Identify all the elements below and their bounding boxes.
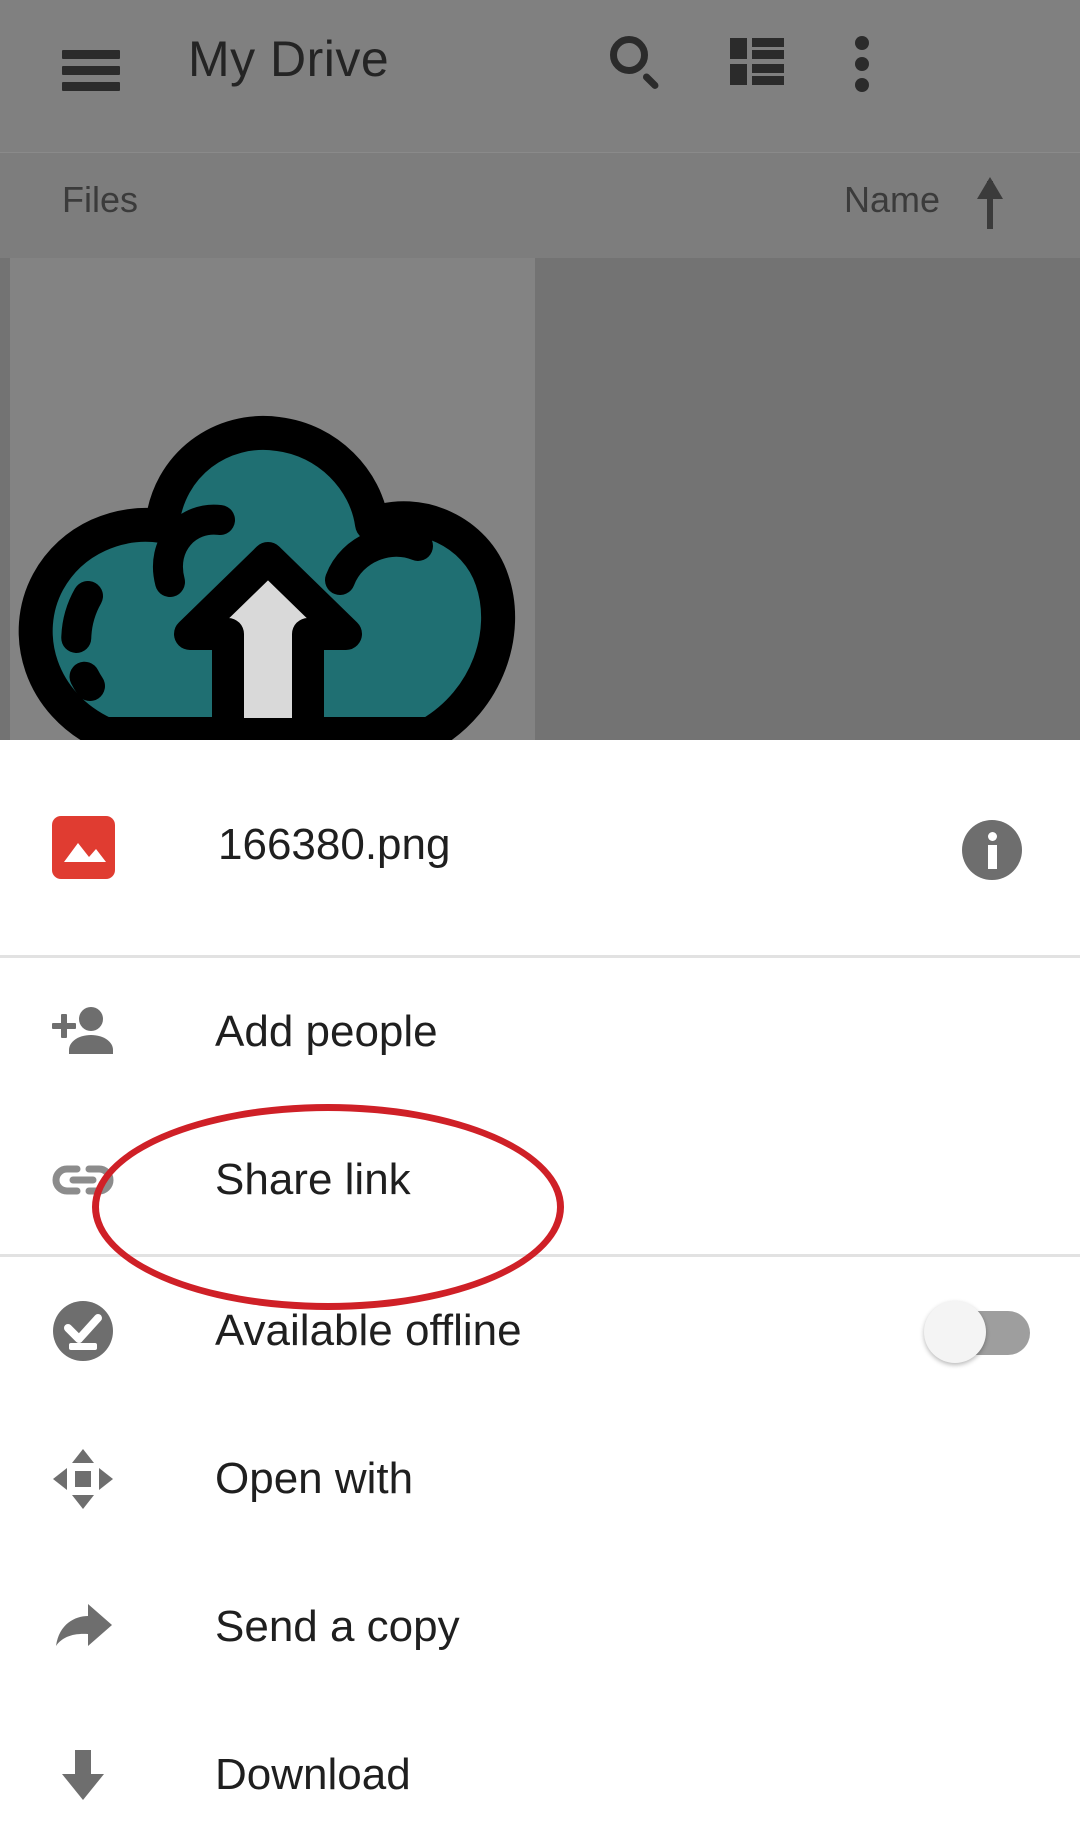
hamburger-menu-icon[interactable]: [62, 48, 120, 92]
download-icon: [50, 1742, 116, 1808]
menu-item-add-people[interactable]: Add people: [0, 958, 1080, 1106]
search-icon[interactable]: [608, 34, 664, 91]
file-thumbnail-tile[interactable]: [10, 258, 535, 740]
menu-item-send-a-copy[interactable]: Send a copy: [0, 1553, 1080, 1701]
files-sub-bar: Files Name: [0, 152, 1080, 259]
arrow-up-icon[interactable]: [972, 173, 1008, 229]
screen-root: My Drive Files Name 166380.png Add peopl…: [0, 0, 1080, 1839]
toggle-knob: [924, 1301, 986, 1363]
menu-item-open-with[interactable]: Open with: [0, 1405, 1080, 1553]
menu-item-share-link[interactable]: Share link: [0, 1106, 1080, 1254]
sort-label[interactable]: Name: [844, 179, 940, 221]
file-actions-bottom-sheet: 166380.png Add people Share link Availab…: [0, 740, 1080, 1839]
person-add-icon: [50, 999, 116, 1065]
menu-item-label: Available offline: [215, 1306, 522, 1355]
link-icon: [50, 1147, 116, 1213]
menu-item-label: Add people: [215, 1007, 438, 1056]
file-name: 166380.png: [218, 820, 451, 869]
image-file-icon: [52, 816, 115, 879]
share-arrow-icon: [50, 1594, 116, 1660]
info-icon[interactable]: [962, 820, 1022, 880]
menu-item-label: Share link: [215, 1155, 411, 1204]
cloud-upload-illustration: [18, 415, 516, 740]
page-title: My Drive: [188, 31, 390, 87]
menu-item-label: Send a copy: [215, 1602, 460, 1651]
list-view-icon[interactable]: [730, 38, 784, 86]
menu-item-label: Open with: [215, 1454, 414, 1503]
open-with-icon: [50, 1446, 116, 1512]
action-menu: Add people Share link Available offline …: [0, 958, 1080, 1839]
app-bar: My Drive: [0, 0, 1080, 152]
more-vertical-icon[interactable]: [855, 36, 873, 92]
menu-item-download[interactable]: Download: [0, 1701, 1080, 1839]
scrim-backdrop[interactable]: My Drive Files Name: [0, 0, 1080, 740]
section-label: Files: [62, 179, 139, 220]
offline-check-icon: [50, 1298, 116, 1364]
available-offline-toggle[interactable]: [924, 1301, 1032, 1363]
file-grid: [0, 258, 1080, 740]
menu-item-available-offline[interactable]: Available offline: [0, 1257, 1080, 1405]
sheet-file-header: 166380.png: [0, 740, 1080, 955]
menu-item-label: Download: [215, 1750, 411, 1799]
